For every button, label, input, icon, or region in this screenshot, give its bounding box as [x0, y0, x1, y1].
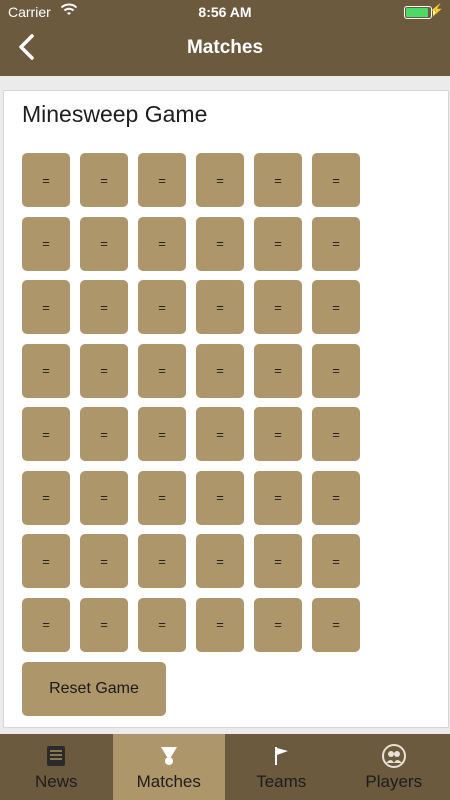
- mine-cell[interactable]: =: [312, 216, 360, 271]
- mine-cell[interactable]: =: [254, 470, 302, 525]
- mine-cell[interactable]: =: [80, 534, 128, 588]
- mine-cell[interactable]: =: [196, 153, 244, 207]
- mine-cell[interactable]: =: [80, 280, 128, 334]
- battery-icon: [404, 6, 435, 19]
- mine-cell[interactable]: =: [196, 407, 244, 461]
- mine-cell[interactable]: =: [22, 280, 70, 334]
- mine-grid: = = = = = = = = = = = = = = = = = = = = = = = = = = = = = = = = = = = = = = = =…: [22, 153, 362, 661]
- mine-cell[interactable]: =: [312, 153, 360, 207]
- mine-cell[interactable]: =: [312, 534, 360, 588]
- mine-cell[interactable]: =: [138, 343, 186, 398]
- grid-row: = = = = = =: [22, 216, 362, 271]
- mine-cell[interactable]: =: [138, 407, 186, 461]
- mine-cell[interactable]: =: [22, 407, 70, 461]
- flag-icon: [275, 747, 289, 765]
- tab-bar: News Matches Teams Players: [0, 734, 450, 800]
- newspaper-icon: [47, 746, 66, 766]
- mine-cell[interactable]: =: [196, 597, 244, 652]
- mine-cell[interactable]: =: [254, 216, 302, 271]
- tab-teams-label: Teams: [256, 772, 307, 791]
- mine-cell[interactable]: =: [22, 343, 70, 398]
- mine-cell[interactable]: =: [196, 343, 244, 398]
- game-title: Minesweep Game: [22, 101, 208, 127]
- trophy-icon: [160, 747, 177, 765]
- tab-teams[interactable]: Teams: [225, 734, 338, 800]
- reset-game-button[interactable]: Reset Game: [22, 662, 166, 716]
- mine-cell[interactable]: =: [312, 343, 360, 398]
- mine-cell[interactable]: =: [80, 407, 128, 461]
- mine-cell[interactable]: =: [138, 597, 186, 652]
- mine-cell[interactable]: =: [80, 216, 128, 271]
- mine-cell[interactable]: =: [254, 407, 302, 461]
- mine-cell[interactable]: =: [254, 153, 302, 207]
- top-bar: Carrier 8:56 AM ⚡ Matches: [0, 0, 450, 76]
- mine-cell[interactable]: =: [254, 534, 302, 588]
- mine-cell[interactable]: =: [312, 470, 360, 525]
- mine-cell[interactable]: =: [138, 470, 186, 525]
- mine-cell[interactable]: =: [22, 470, 70, 525]
- mine-cell[interactable]: =: [138, 153, 186, 207]
- mine-cell[interactable]: =: [196, 470, 244, 525]
- mine-cell[interactable]: =: [80, 343, 128, 398]
- mine-cell[interactable]: =: [138, 534, 186, 588]
- mine-cell[interactable]: =: [22, 216, 70, 271]
- mine-cell[interactable]: =: [80, 597, 128, 652]
- grid-row: = = = = = =: [22, 597, 362, 652]
- mine-cell[interactable]: =: [196, 534, 244, 588]
- mine-cell[interactable]: =: [138, 280, 186, 334]
- mine-cell[interactable]: =: [196, 216, 244, 271]
- tab-matches[interactable]: Matches: [112, 734, 225, 800]
- mine-cell[interactable]: =: [312, 280, 360, 334]
- game-card: Minesweep Game = = = = = = = = = = = = = = = = = = = = = = = = =…: [3, 90, 449, 728]
- mine-cell[interactable]: =: [254, 343, 302, 398]
- page-title: Matches: [186, 37, 264, 58]
- mine-cell[interactable]: =: [22, 153, 70, 207]
- grid-row: = = = = = =: [22, 343, 362, 398]
- tab-news[interactable]: News: [0, 734, 113, 800]
- mine-cell[interactable]: =: [254, 597, 302, 652]
- charging-icon: ⚡: [429, 3, 444, 17]
- grid-row: = = = = = =: [22, 280, 362, 334]
- tab-news-label: News: [34, 772, 78, 791]
- users-icon: [381, 744, 406, 768]
- mine-cell[interactable]: =: [312, 407, 360, 461]
- tab-players-label: Players: [365, 772, 423, 791]
- mine-cell[interactable]: =: [138, 216, 186, 271]
- mine-cell[interactable]: =: [22, 534, 70, 588]
- grid-row: = = = = = =: [22, 470, 362, 525]
- status-bar: Carrier 8:56 AM ⚡: [0, 0, 450, 24]
- mine-cell[interactable]: =: [22, 597, 70, 652]
- mine-cell[interactable]: =: [254, 280, 302, 334]
- mine-cell[interactable]: =: [196, 280, 244, 334]
- tab-matches-label: Matches: [136, 772, 201, 791]
- grid-row: = = = = = =: [22, 407, 362, 461]
- grid-row: = = = = = =: [22, 153, 362, 207]
- grid-row: = = = = = =: [22, 534, 362, 588]
- mine-cell[interactable]: =: [80, 470, 128, 525]
- tab-players[interactable]: Players: [338, 734, 450, 800]
- mine-cell[interactable]: =: [312, 597, 360, 652]
- status-time: 8:56 AM: [198, 4, 252, 20]
- mine-cell[interactable]: =: [80, 153, 128, 207]
